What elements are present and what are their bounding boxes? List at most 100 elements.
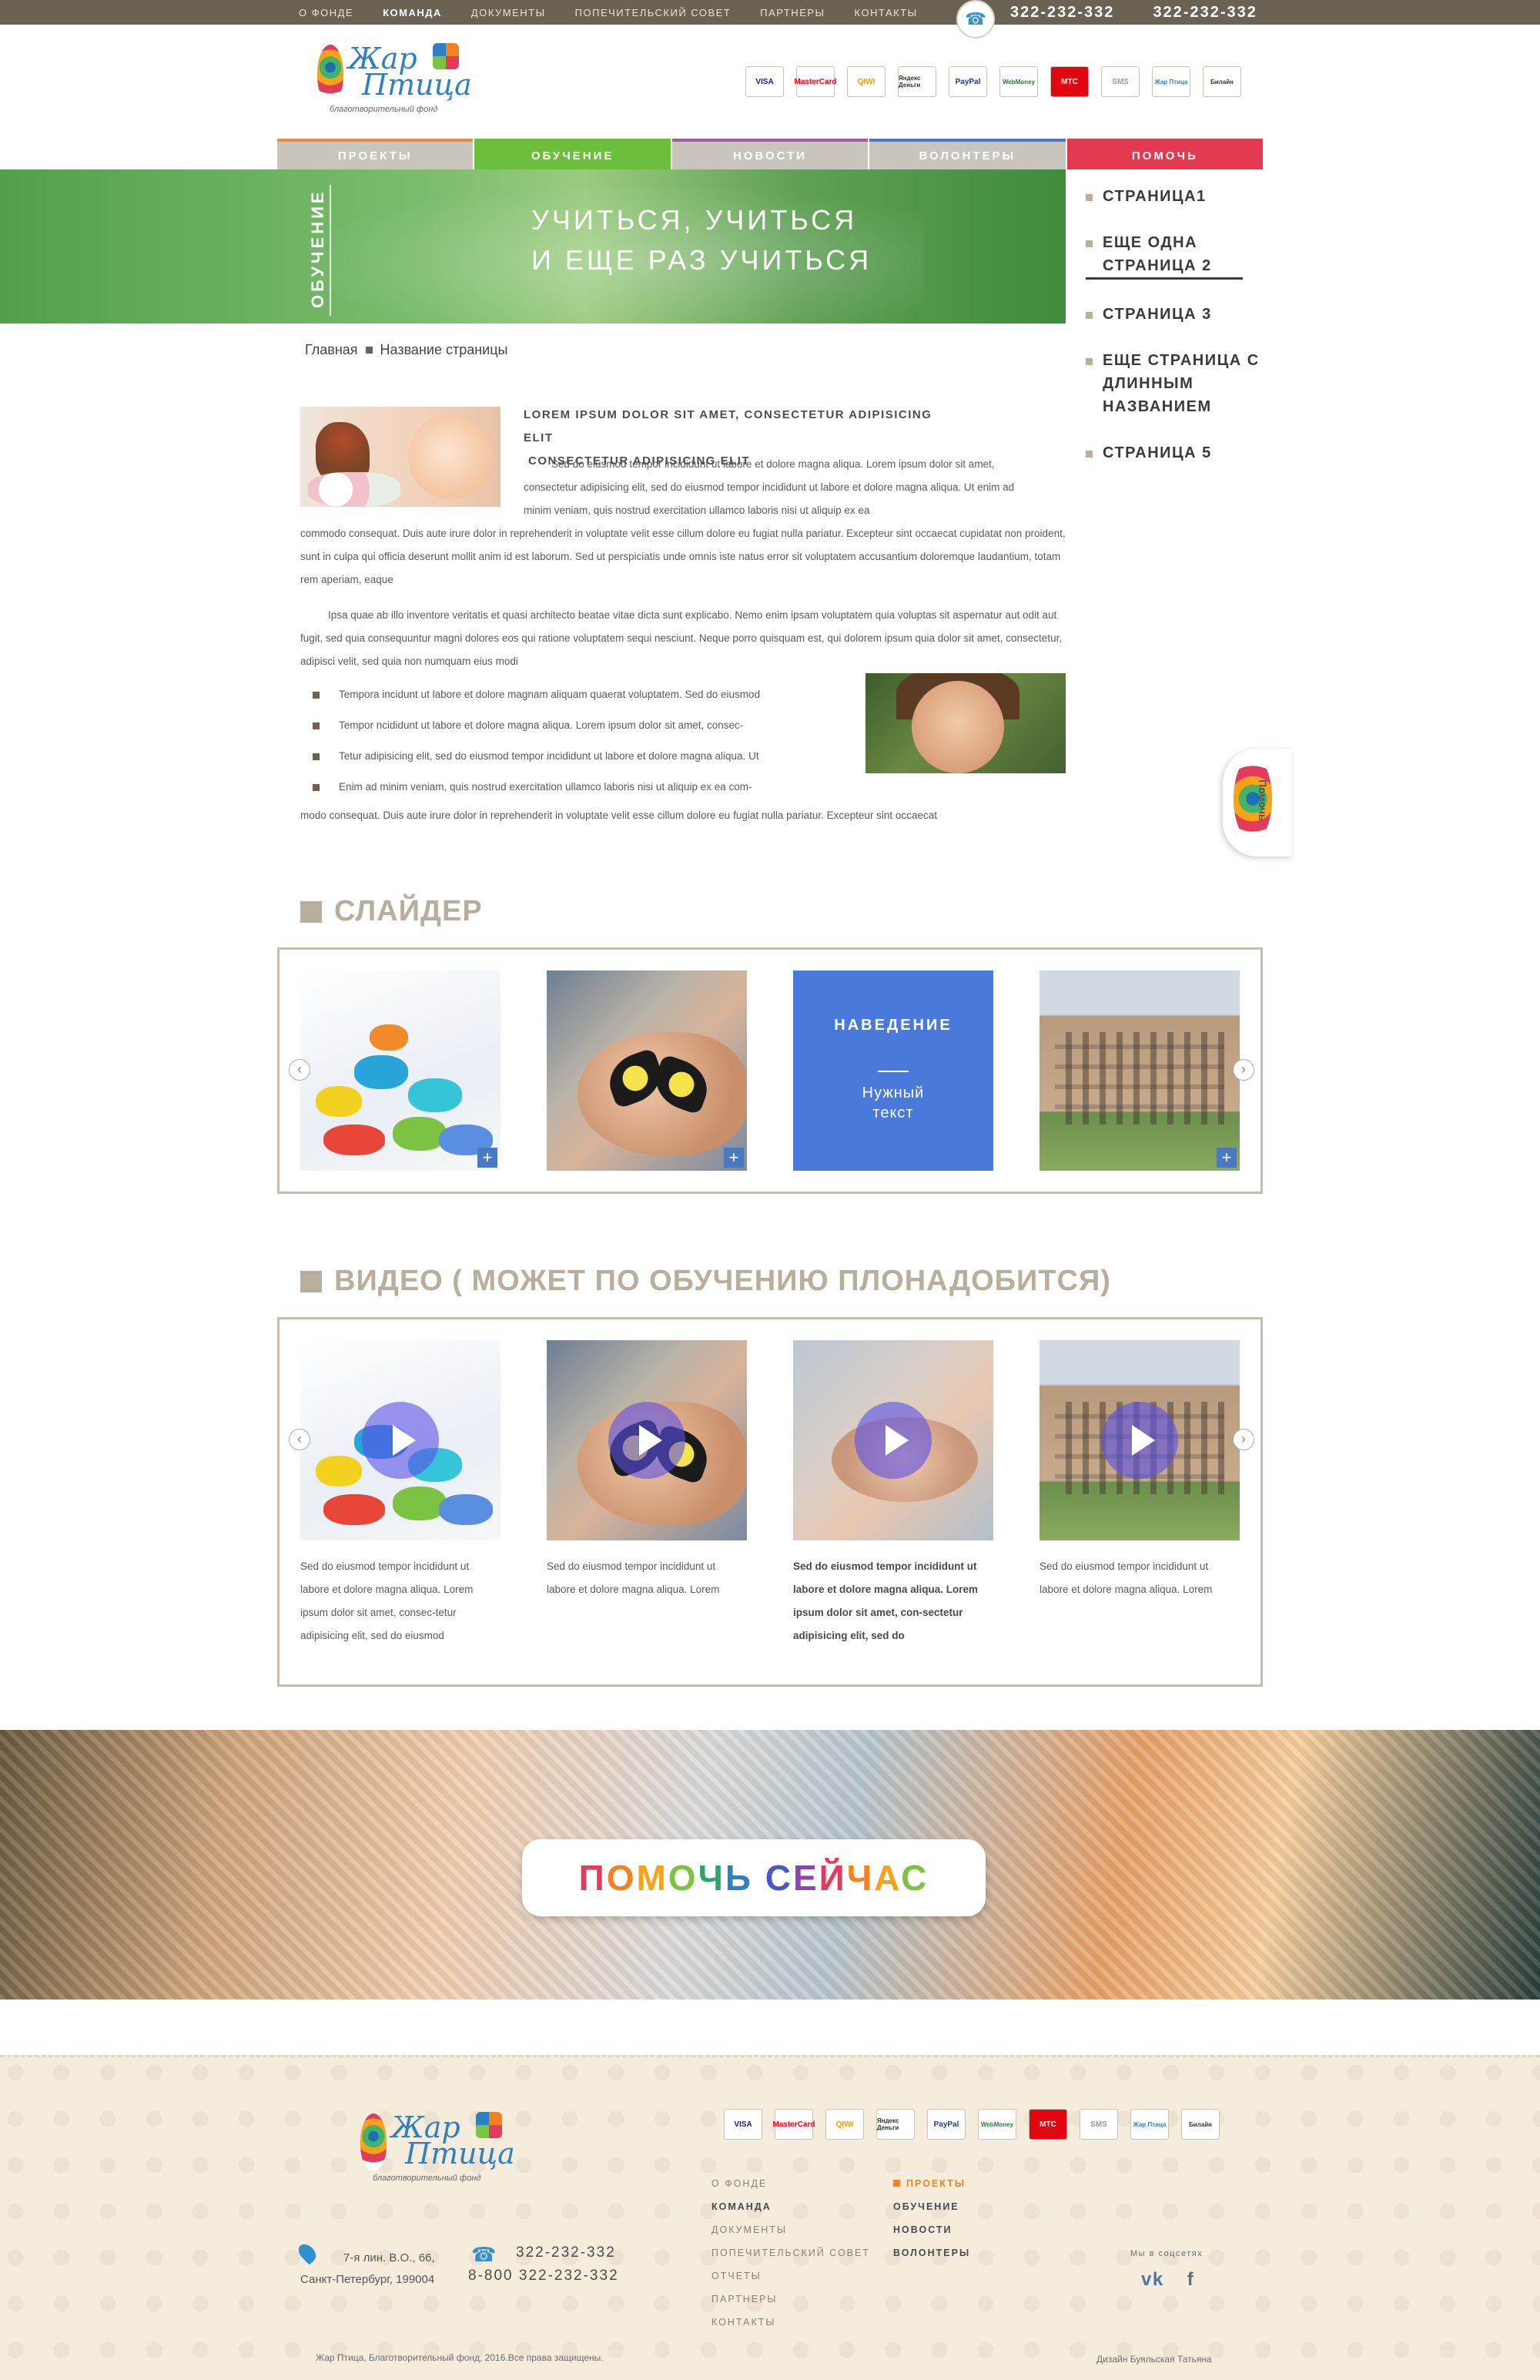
footer-copyright: Жар Птица, Благотворительный фонд, 2016.… <box>316 2352 604 2363</box>
plus-icon[interactable]: + <box>477 1148 497 1168</box>
top-phone-2[interactable]: 322-232-332 <box>1153 4 1257 22</box>
play-icon[interactable] <box>362 1402 439 1479</box>
top-nav-about[interactable]: О ФОНДЕ <box>299 7 353 18</box>
footer-logo-line2: Птица <box>405 2137 515 2170</box>
arrow-right-icon[interactable]: › <box>1233 1429 1254 1450</box>
footer-link-partners[interactable]: ПАРТНЕРЫ <box>711 2288 870 2311</box>
tab-help[interactable]: ПОМОЧЬ <box>1066 139 1264 169</box>
payment-webmoney[interactable]: WebMoney <box>999 66 1038 97</box>
payment-beeline[interactable]: Билайн <box>1181 2109 1220 2140</box>
plus-icon[interactable]: + <box>1217 1148 1237 1168</box>
top-nav-board[interactable]: ПОПЕЧИТЕЛЬСКИЙ СОВЕТ <box>575 7 732 18</box>
payment-visa[interactable]: VISA <box>745 66 784 97</box>
article-lead-line1: LOREM IPSUM DOLOR SIT AMET, CONSECTETUR … <box>524 408 932 444</box>
video-frame: ‹ › Sed do eiusmod tempor incididunt ut … <box>277 1317 1263 1687</box>
top-nav-contacts[interactable]: КОНТАКТЫ <box>855 7 918 18</box>
top-nav-documents[interactable]: ДОКУМЕНТЫ <box>471 7 546 18</box>
video-section-title: ВИДЕО ( МОЖЕТ ПО ОБУЧЕНИЮ ПЛОНАДОБИТСЯ) <box>300 1265 1111 1298</box>
side-menu-item-3[interactable]: СТРАНИЦА 3 <box>1086 303 1278 326</box>
payment-sms[interactable]: SMS <box>1080 2109 1118 2140</box>
tab-news[interactable]: НОВОСТИ <box>671 139 869 169</box>
tab-volunteers[interactable]: ВОЛОНТЕРЫ <box>869 139 1066 169</box>
side-menu-item-1[interactable]: СТРАНИЦА1 <box>1086 185 1278 208</box>
p <box>316 1456 362 1487</box>
payment-mts[interactable]: МТС <box>1050 66 1089 97</box>
payment-mts[interactable]: МТС <box>1029 2109 1067 2140</box>
tab-education[interactable]: ОБУЧЕНИЕ <box>474 139 671 169</box>
logo-subtitle: благотворительный фонд <box>330 105 438 114</box>
payment-paypal[interactable]: PayPal <box>949 66 987 97</box>
footer-logo[interactable]: Жар Птица благотворительный фонд <box>360 2110 515 2187</box>
site-logo[interactable]: Жар Птица благотворительный фонд <box>317 42 472 119</box>
facebook-icon[interactable]: f <box>1187 2269 1195 2291</box>
slider-frame: + + НАВЕДЕНИЕ Нужный текст + ‹ › <box>277 947 1263 1194</box>
footer-link-documents[interactable]: ДОКУМЕНТЫ <box>711 2218 870 2241</box>
plus-icon[interactable]: + <box>724 1148 744 1168</box>
side-menu-item-5[interactable]: СТРАНИЦА 5 <box>1086 441 1278 464</box>
footer-phones: ☎ 322-232-332 8-800 322-232-332 <box>468 2241 619 2288</box>
footer-link-reports[interactable]: ОТЧЕТЫ <box>711 2264 870 2288</box>
top-phone-1[interactable]: 322-232-332 <box>1010 4 1114 22</box>
payment-yandex[interactable]: Яндекс Деньги <box>876 2109 915 2140</box>
payment-qiwi[interactable]: QIWI <box>847 66 886 97</box>
payment-qiwi[interactable]: QIWI <box>825 2109 864 2140</box>
payment-visa[interactable]: VISA <box>724 2109 762 2140</box>
article-image-girl <box>865 673 1066 773</box>
p <box>354 1055 408 1089</box>
slider-item-pills[interactable]: + <box>300 970 500 1171</box>
payment-zhar[interactable]: Жар Птица <box>1152 66 1190 97</box>
help-now-button[interactable]: ПОМОЧЬ СЕЙЧАС <box>522 1839 986 1916</box>
arrow-right-icon[interactable]: › <box>1233 1059 1254 1081</box>
video-caption-4: Sed do eiusmod tempor incididunt ut labo… <box>1040 1560 1213 1595</box>
footer-social: Мы в соцсетях vk f <box>1130 2249 1203 2291</box>
payment-sms[interactable]: SMS <box>1101 66 1140 97</box>
side-menu-item-4[interactable]: ЕЩЕ СТРАНИЦА С ДЛИННЫМ НАЗВАНИЕМ <box>1086 349 1278 418</box>
breadcrumb-home[interactable]: Главная <box>305 342 358 358</box>
tab-projects[interactable]: ПРОЕКТЫ <box>277 139 474 169</box>
payment-zhar[interactable]: Жар Птица <box>1130 2109 1169 2140</box>
payment-mastercard[interactable]: MasterCard <box>772 2109 815 2140</box>
footer-link-volunteers[interactable]: ВОЛОНТЕРЫ <box>893 2241 970 2264</box>
play-icon[interactable] <box>855 1402 932 1479</box>
payment-webmoney[interactable]: WebMoney <box>978 2109 1016 2140</box>
vk-icon[interactable]: vk <box>1141 2269 1164 2291</box>
play-icon[interactable] <box>608 1402 685 1479</box>
slider-item-building[interactable]: + <box>1040 970 1240 1171</box>
footer-payment-methods: VISA MasterCard QIWI Яндекс Деньги PayPa… <box>724 2109 1220 2140</box>
payment-beeline[interactable]: Билайн <box>1203 66 1241 97</box>
side-menu-item-2[interactable]: ЕЩЕ ОДНА СТРАНИЦА 2 <box>1086 231 1243 280</box>
footer-link-board[interactable]: ПОПЕЧИТЕЛЬСКИЙ СОВЕТ <box>711 2241 870 2264</box>
p <box>439 1494 493 1525</box>
footer-link-about[interactable]: О ФОНДЕ <box>711 2172 870 2195</box>
video-item-4[interactable] <box>1040 1340 1240 1540</box>
video-item-3[interactable] <box>793 1340 993 1540</box>
play-icon[interactable] <box>1101 1402 1178 1479</box>
main-nav: ПРОЕКТЫ ОБУЧЕНИЕ НОВОСТИ ВОЛОНТЕРЫ ПОМОЧ… <box>277 139 1264 169</box>
arrow-left-icon[interactable]: ‹ <box>289 1059 310 1081</box>
help-now-label: ПОМОЧЬ СЕЙЧАС <box>578 1858 929 1898</box>
slider-item-hover[interactable]: НАВЕДЕНИЕ Нужный текст <box>793 970 993 1171</box>
video-item-2[interactable] <box>547 1340 747 1540</box>
payment-paypal[interactable]: PayPal <box>927 2109 966 2140</box>
footer-link-news[interactable]: НОВОСТИ <box>893 2218 970 2241</box>
help-side-badge[interactable]: Помочь <box>1223 749 1292 856</box>
video-caption-1: Sed do eiusmod tempor incididunt ut labo… <box>300 1560 474 1641</box>
footer-logo-subtitle: благотворительный фонд <box>373 2174 481 2183</box>
video-item-1[interactable] <box>300 1340 500 1540</box>
slider-hover-title: НАВЕДЕНИЕ <box>834 1017 952 1034</box>
footer-link-projects[interactable]: ПРОЕКТЫ <box>893 2172 970 2195</box>
phone-badge[interactable]: ☎ <box>956 0 995 39</box>
payment-yandex[interactable]: Яндекс Деньги <box>898 66 936 97</box>
payment-mastercard[interactable]: MasterCard <box>794 66 837 97</box>
article-image-baby <box>300 407 500 507</box>
footer-link-team[interactable]: КОМАНДА <box>711 2195 870 2218</box>
slider-item-butterfly[interactable]: + <box>547 970 747 1171</box>
footer-phone-2[interactable]: 8-800 322-232-332 <box>468 2264 619 2288</box>
arrow-left-icon[interactable]: ‹ <box>289 1429 310 1450</box>
hero-title: УЧИТЬСЯ, УЧИТЬСЯ И ЕЩЕ РАЗ УЧИТЬСЯ <box>531 200 872 280</box>
top-nav-partners[interactable]: ПАРТНЕРЫ <box>760 7 825 18</box>
footer-link-education[interactable]: ОБУЧЕНИЕ <box>893 2195 970 2218</box>
footer-link-contacts[interactable]: КОНТАКТЫ <box>711 2311 870 2334</box>
payment-methods: VISA MasterCard QIWI Яндекс Деньги PayPa… <box>745 66 1241 97</box>
top-nav-team[interactable]: КОМАНДА <box>383 7 442 18</box>
